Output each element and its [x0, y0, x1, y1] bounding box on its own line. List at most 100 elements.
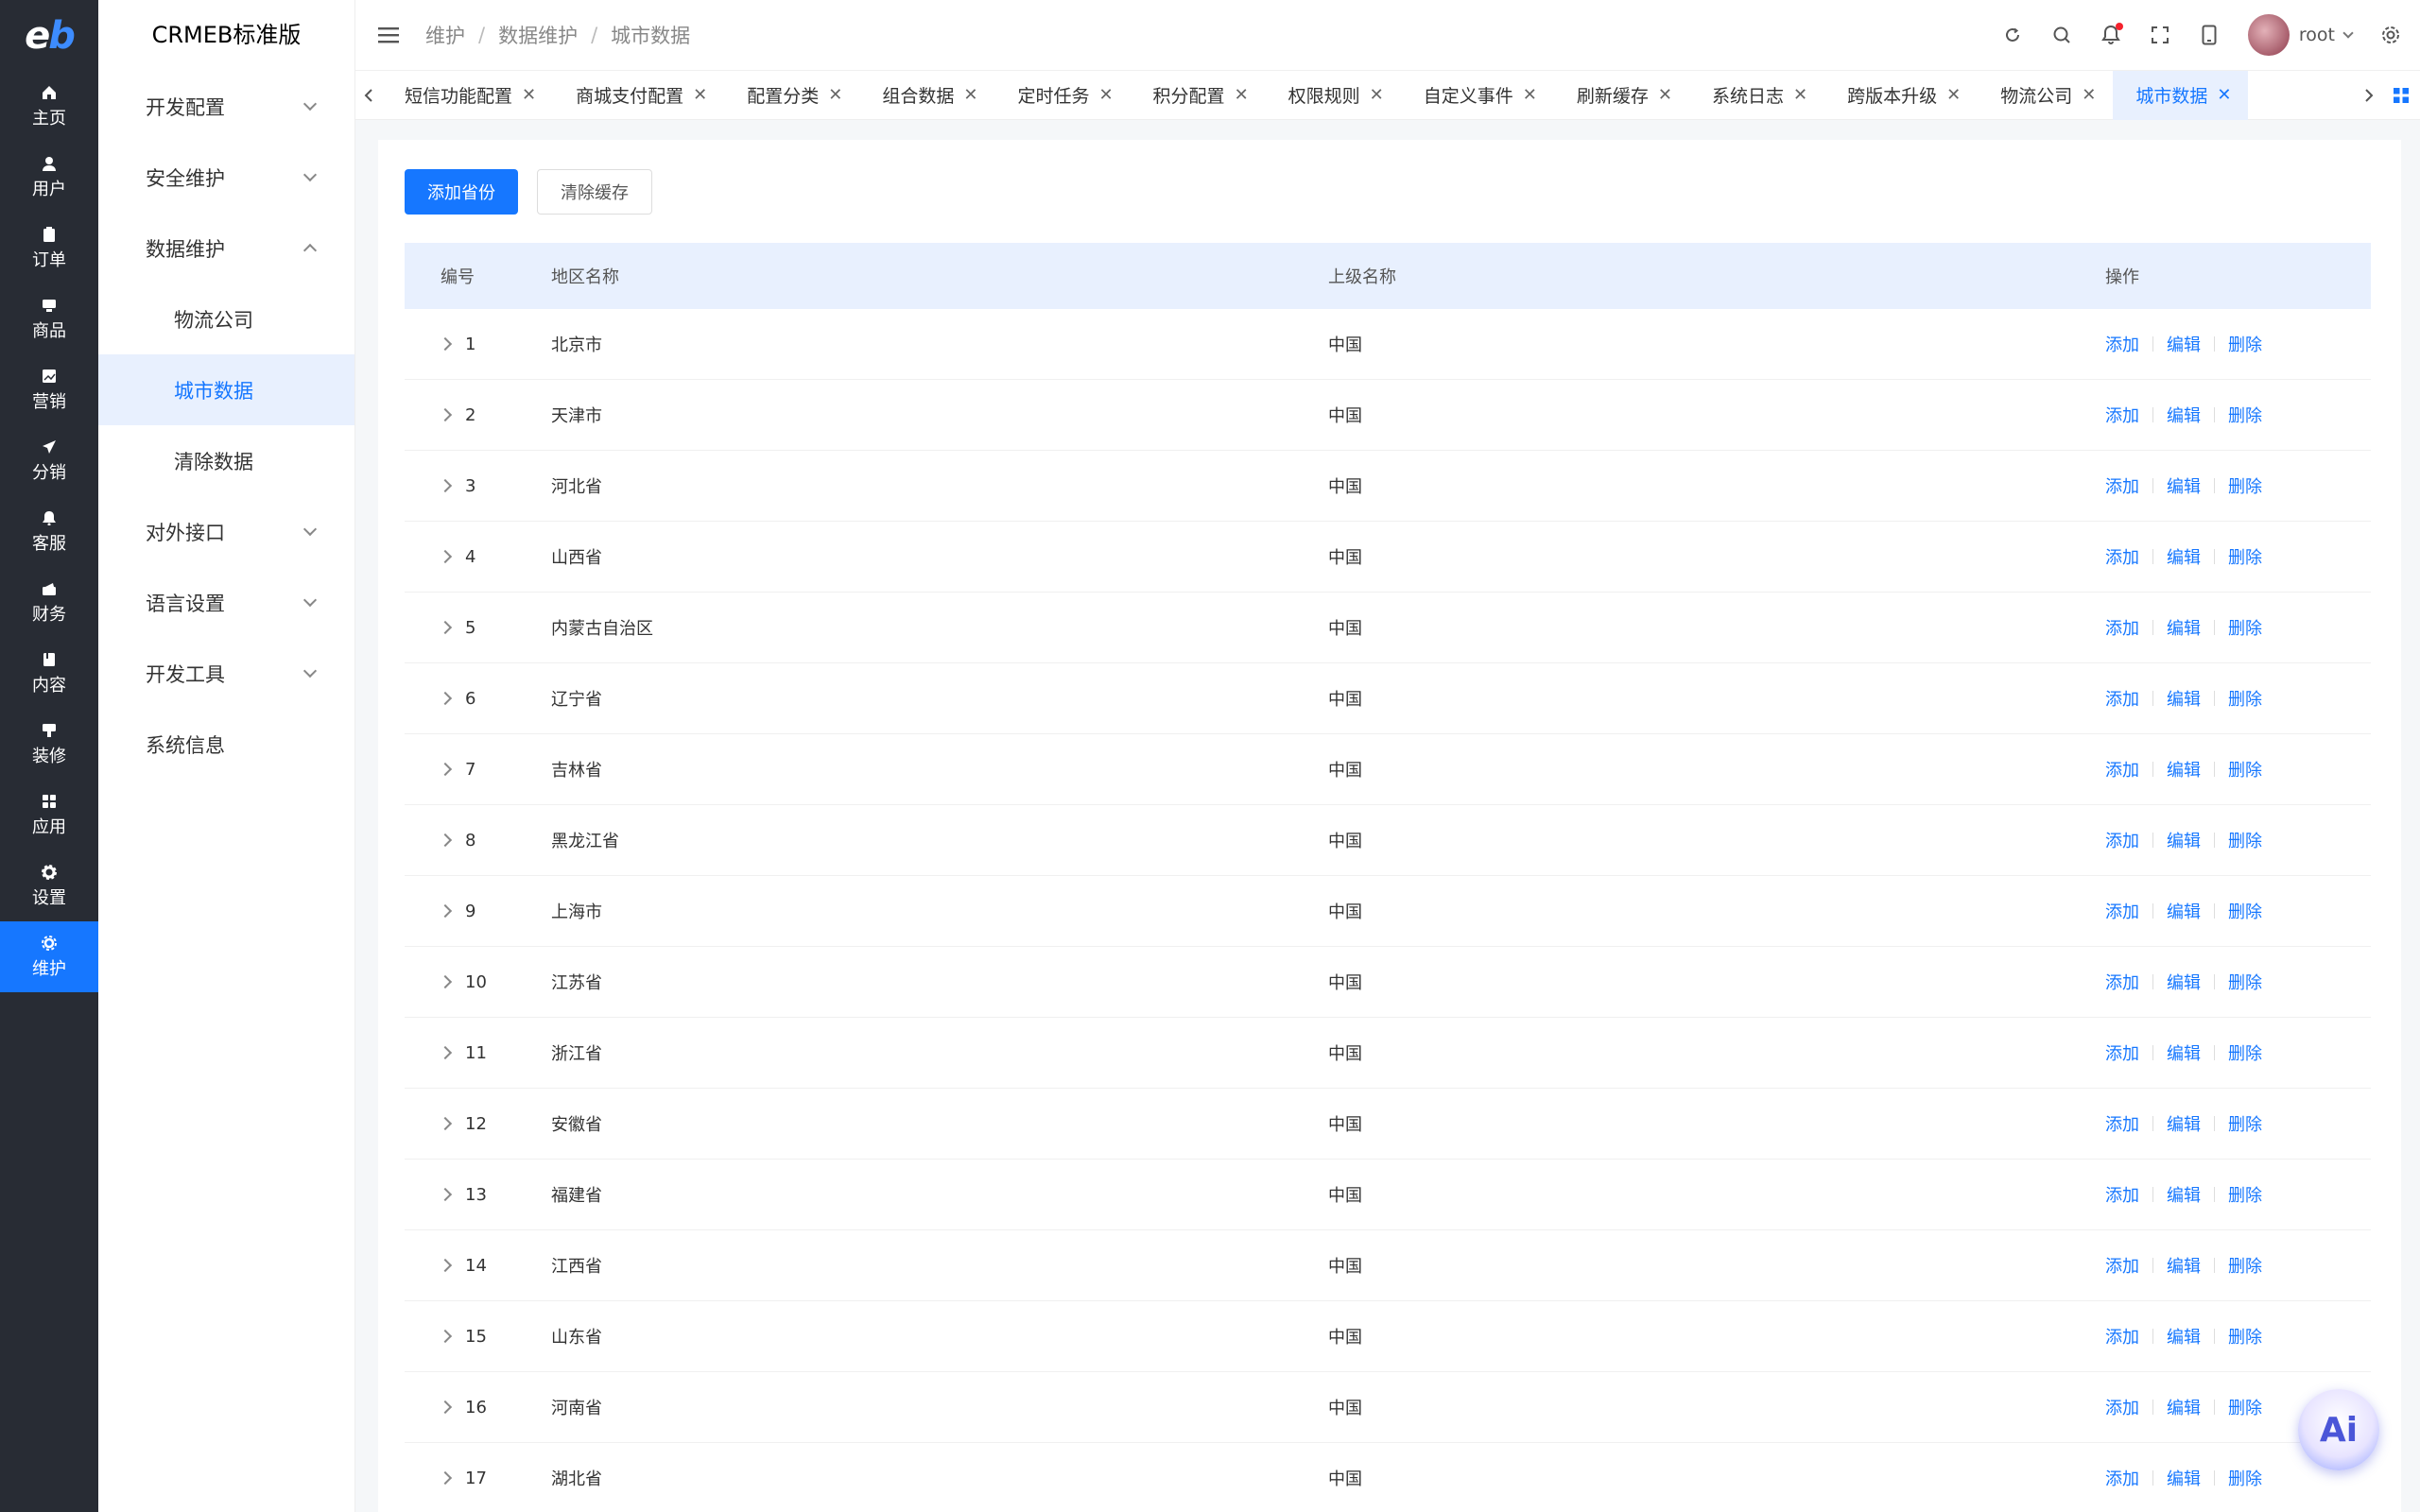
row-add-link[interactable]: 添加 — [2105, 1182, 2139, 1207]
add-province-button[interactable]: 添加省份 — [405, 169, 518, 215]
close-icon[interactable]: ✕ — [1098, 85, 1113, 105]
expand-arrow-icon[interactable] — [438, 762, 453, 777]
rail-item-apps[interactable]: 应用 — [0, 780, 98, 850]
rail-item-finance[interactable]: 财务 — [0, 567, 98, 638]
row-edit-link[interactable]: 编辑 — [2167, 1324, 2201, 1349]
expand-arrow-icon[interactable] — [438, 691, 453, 706]
expand-arrow-icon[interactable] — [438, 903, 453, 919]
tab-item[interactable]: 系统日志 ✕ — [1689, 71, 1824, 120]
expand-arrow-icon[interactable] — [438, 1258, 453, 1273]
row-add-link[interactable]: 添加 — [2105, 473, 2139, 498]
close-icon[interactable]: ✕ — [1946, 85, 1961, 105]
close-icon[interactable]: ✕ — [522, 85, 536, 105]
tab-item[interactable]: 组合数据 ✕ — [859, 71, 994, 120]
row-delete-link[interactable]: 删除 — [2228, 686, 2262, 711]
expand-arrow-icon[interactable] — [438, 974, 453, 989]
tab-item[interactable]: 定时任务 ✕ — [994, 71, 1130, 120]
row-delete-link[interactable]: 删除 — [2228, 970, 2262, 994]
tab-item[interactable]: 城市数据 ✕ — [2113, 70, 2249, 120]
row-edit-link[interactable]: 编辑 — [2167, 1466, 2201, 1490]
row-add-link[interactable]: 添加 — [2105, 970, 2139, 994]
expand-arrow-icon[interactable] — [438, 620, 453, 635]
row-delete-link[interactable]: 删除 — [2228, 757, 2262, 782]
row-add-link[interactable]: 添加 — [2105, 403, 2139, 427]
expand-arrow-icon[interactable] — [438, 1470, 453, 1486]
tab-item[interactable]: 配置分类 ✕ — [724, 71, 859, 120]
rail-item-maintenance[interactable]: 维护 — [0, 921, 98, 992]
close-icon[interactable]: ✕ — [1370, 85, 1384, 105]
tab-item[interactable]: 权限规则 ✕ — [1266, 71, 1401, 120]
rail-item-settings[interactable]: 设置 — [0, 850, 98, 921]
row-add-link[interactable]: 添加 — [2105, 615, 2139, 640]
close-icon[interactable]: ✕ — [1793, 85, 1807, 105]
row-delete-link[interactable]: 删除 — [2228, 1466, 2262, 1490]
expand-arrow-icon[interactable] — [438, 478, 453, 493]
row-edit-link[interactable]: 编辑 — [2167, 615, 2201, 640]
row-delete-link[interactable]: 删除 — [2228, 473, 2262, 498]
row-delete-link[interactable]: 删除 — [2228, 1111, 2262, 1136]
row-edit-link[interactable]: 编辑 — [2167, 1040, 2201, 1065]
tab-item[interactable]: 短信功能配置 ✕ — [382, 71, 553, 120]
breadcrumb-item[interactable]: 数据维护 — [498, 21, 578, 49]
close-icon[interactable]: ✕ — [828, 85, 842, 105]
theme-settings-icon[interactable] — [2380, 25, 2401, 45]
row-edit-link[interactable]: 编辑 — [2167, 970, 2201, 994]
sidebar-item[interactable]: 语言设置 — [98, 567, 354, 638]
sidebar-item[interactable]: 城市数据 — [98, 354, 354, 425]
row-edit-link[interactable]: 编辑 — [2167, 1253, 2201, 1278]
tab-item[interactable]: 刷新缓存 ✕ — [1554, 71, 1689, 120]
sidebar-item[interactable]: 对外接口 — [98, 496, 354, 567]
expand-arrow-icon[interactable] — [438, 336, 453, 352]
tab-item[interactable]: 积分配置 ✕ — [1131, 71, 1266, 120]
user-menu[interactable]: root — [2247, 14, 2354, 56]
notification-bell-icon[interactable] — [2100, 23, 2123, 45]
row-edit-link[interactable]: 编辑 — [2167, 1395, 2201, 1419]
row-add-link[interactable]: 添加 — [2105, 899, 2139, 923]
close-icon[interactable]: ✕ — [2217, 85, 2231, 105]
sidebar-item[interactable]: 数据维护 — [98, 213, 354, 284]
tab-item[interactable]: 物流公司 ✕ — [1978, 71, 2113, 120]
row-add-link[interactable]: 添加 — [2105, 1253, 2139, 1278]
row-add-link[interactable]: 添加 — [2105, 1040, 2139, 1065]
close-icon[interactable]: ✕ — [1523, 85, 1537, 105]
close-icon[interactable]: ✕ — [2082, 85, 2096, 105]
row-delete-link[interactable]: 删除 — [2228, 1324, 2262, 1349]
row-edit-link[interactable]: 编辑 — [2167, 828, 2201, 852]
row-edit-link[interactable]: 编辑 — [2167, 899, 2201, 923]
close-icon[interactable]: ✕ — [1658, 85, 1672, 105]
rail-item-content[interactable]: 内容 — [0, 638, 98, 709]
row-add-link[interactable]: 添加 — [2105, 828, 2139, 852]
rail-item-service[interactable]: 客服 — [0, 496, 98, 567]
expand-arrow-icon[interactable] — [438, 833, 453, 848]
rail-item-distribution[interactable]: 分销 — [0, 425, 98, 496]
rail-item-order[interactable]: 订单 — [0, 213, 98, 284]
tab-item[interactable]: 自定义事件 ✕ — [1401, 71, 1554, 120]
row-delete-link[interactable]: 删除 — [2228, 1182, 2262, 1207]
search-icon[interactable] — [2051, 25, 2072, 45]
expand-arrow-icon[interactable] — [438, 1116, 453, 1131]
row-add-link[interactable]: 添加 — [2105, 1395, 2139, 1419]
breadcrumb-item[interactable]: 维护 — [425, 21, 465, 49]
row-delete-link[interactable]: 删除 — [2228, 332, 2262, 356]
menu-collapse-icon[interactable] — [378, 25, 399, 45]
sidebar-item[interactable]: 开发配置 — [98, 71, 354, 142]
sidebar-item[interactable]: 系统信息 — [98, 709, 354, 780]
expand-arrow-icon[interactable] — [438, 549, 453, 564]
row-delete-link[interactable]: 删除 — [2228, 1040, 2262, 1065]
sidebar-item[interactable]: 安全维护 — [98, 142, 354, 213]
row-edit-link[interactable]: 编辑 — [2167, 686, 2201, 711]
row-edit-link[interactable]: 编辑 — [2167, 1182, 2201, 1207]
sidebar-item[interactable]: 物流公司 — [98, 284, 354, 354]
expand-arrow-icon[interactable] — [438, 1400, 453, 1415]
close-icon[interactable]: ✕ — [1235, 85, 1249, 105]
tabs-menu-grid-icon[interactable] — [2382, 87, 2420, 103]
row-delete-link[interactable]: 删除 — [2228, 828, 2262, 852]
row-add-link[interactable]: 添加 — [2105, 757, 2139, 782]
tabs-scroll-right-icon[interactable] — [2356, 71, 2382, 120]
device-icon[interactable] — [2199, 25, 2220, 45]
row-delete-link[interactable]: 删除 — [2228, 1395, 2262, 1419]
row-edit-link[interactable]: 编辑 — [2167, 757, 2201, 782]
row-edit-link[interactable]: 编辑 — [2167, 403, 2201, 427]
rail-item-decoration[interactable]: 装修 — [0, 709, 98, 780]
ai-assistant-button[interactable]: Ai — [2298, 1389, 2379, 1470]
